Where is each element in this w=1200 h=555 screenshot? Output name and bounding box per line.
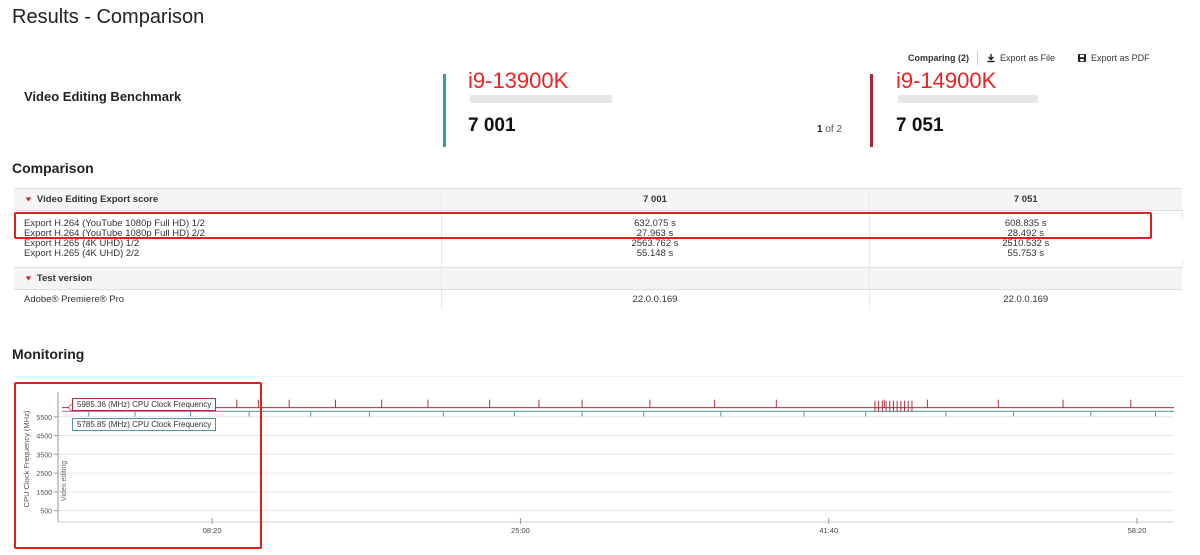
- download-icon: [987, 54, 995, 63]
- group-export-score-a: 7 001: [441, 188, 870, 211]
- save-icon: [1078, 54, 1087, 62]
- chevron-down-icon: ▼: [24, 274, 33, 282]
- result-a-cpu-details: [470, 95, 612, 103]
- row-value-b: 55.753 s: [1007, 248, 1044, 259]
- benchmark-name: Video Editing Benchmark: [24, 89, 182, 104]
- row-value-a: 55.148 s: [441, 249, 870, 259]
- row-label: Export H.265 (4K UHD) 2/2: [14, 249, 442, 259]
- x-tick-label: 25:00: [511, 526, 530, 535]
- x-tick-label: 58:20: [1128, 526, 1147, 535]
- comparison-table: ▼ Video Editing Export score 7 001 7 051 …: [14, 188, 1183, 310]
- comparing-count[interactable]: Comparing (2): [908, 53, 969, 63]
- table-row: Export H.265 (4K UHD) 2/2 55.148 s 55.75…: [14, 249, 1182, 259]
- group-export-cell: ▼ Video Editing Export score: [14, 188, 442, 211]
- group-version-cell: ▼ Test version: [14, 267, 442, 290]
- table-row: Export H.265 (4K UHD) 1/2 2563.762 s 251…: [14, 239, 1182, 249]
- group-export-score-b: 7 051: [869, 188, 1182, 211]
- result-pager[interactable]: 1 of 2: [817, 124, 842, 135]
- group-version-label: Test version: [36, 273, 93, 284]
- export-file-button[interactable]: Export as File: [986, 53, 1055, 63]
- group-header-version[interactable]: ▼ Test version: [14, 267, 1182, 290]
- row-value-a: 22.0.0.169: [441, 289, 870, 310]
- result-a-cpu-name[interactable]: i9-13900K: [468, 68, 568, 94]
- export-file-label: Export as File: [1000, 53, 1056, 63]
- table-row: Adobe® Premiere® Pro 22.0.0.169 22.0.0.1…: [14, 289, 1182, 310]
- x-tick-label: 41:40: [819, 526, 838, 535]
- export-pdf-button[interactable]: Export as PDF: [1077, 53, 1150, 63]
- toolbar: Comparing (2) Export as File Export as P…: [908, 51, 1150, 65]
- comparison-title: Comparison: [12, 160, 94, 176]
- highlight-annotation-row: [14, 212, 1152, 239]
- result-a-score: 7 001: [468, 115, 516, 136]
- group-export-label: Video Editing Export score: [36, 194, 159, 205]
- result-b-cpu-details: [898, 95, 1038, 103]
- result-b-cpu-name[interactable]: i9-14900K: [896, 68, 996, 94]
- row-value-b: 22.0.0.169: [1003, 294, 1049, 305]
- group-header-export[interactable]: ▼ Video Editing Export score 7 001 7 051: [14, 188, 1182, 211]
- row-label: Adobe® Premiere® Pro: [14, 289, 442, 310]
- export-pdf-label: Export as PDF: [1091, 53, 1150, 63]
- chevron-down-icon: ▼: [24, 195, 33, 203]
- pager-total: of 2: [822, 124, 843, 135]
- result-b-score: 7 051: [896, 115, 944, 136]
- highlight-annotation-chart: [14, 382, 262, 549]
- monitoring-title: Monitoring: [12, 346, 85, 362]
- result-a-accent-bar: [443, 74, 446, 147]
- result-b-accent-bar: [870, 74, 873, 147]
- toolbar-divider: [977, 51, 979, 65]
- page-title: Results - Comparison: [12, 6, 205, 28]
